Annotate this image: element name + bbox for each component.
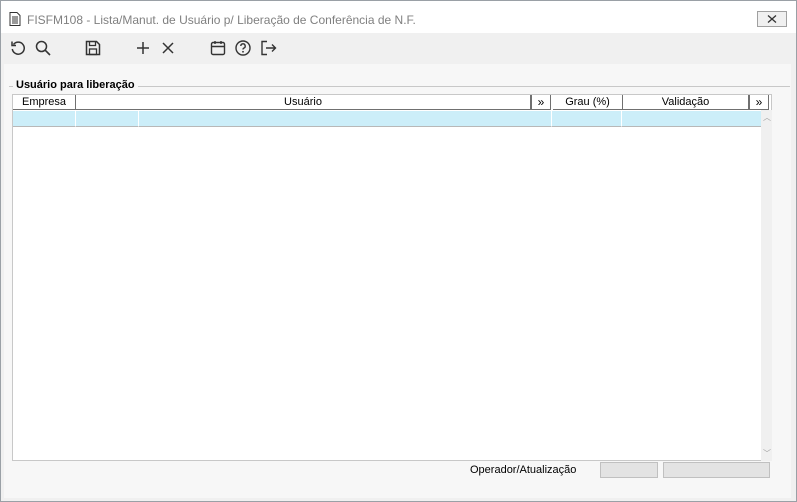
refresh-button[interactable]	[9, 39, 27, 57]
chevron-up-icon[interactable]: ︿	[763, 112, 771, 123]
cell-codigo[interactable]	[76, 111, 139, 127]
window-title: FISFM108 - Lista/Manut. de Usuário p/ Li…	[27, 13, 416, 27]
column-header-grau[interactable]: Grau (%)	[553, 95, 623, 110]
save-button[interactable]	[84, 39, 102, 57]
plus-icon	[137, 42, 149, 54]
cell-grau[interactable]	[552, 111, 622, 127]
main-window: FISFM108 - Lista/Manut. de Usuário p/ Li…	[0, 0, 797, 502]
delete-button[interactable]	[159, 39, 177, 57]
help-icon	[235, 40, 251, 56]
document-icon	[9, 12, 21, 26]
operador-field	[600, 462, 658, 478]
calendar-icon	[210, 41, 226, 56]
users-grid: Empresa Usuário » Grau (%) Validação »	[12, 94, 772, 461]
operador-label: Operador/Atualização	[470, 464, 577, 476]
column-header-empresa[interactable]: Empresa	[13, 95, 76, 110]
calendar-button[interactable]	[209, 39, 227, 57]
refresh-icon	[11, 41, 25, 55]
save-icon	[85, 40, 101, 56]
content-panel: Usuário para liberação Empresa Usuário »…	[4, 64, 791, 498]
title-bar: FISFM108 - Lista/Manut. de Usuário p/ Li…	[1, 1, 796, 33]
close-icon	[767, 15, 777, 23]
cell-usuario[interactable]	[139, 111, 552, 127]
group-title: Usuário para liberação	[13, 79, 138, 91]
close-icon	[162, 42, 174, 54]
search-button[interactable]	[34, 39, 52, 57]
search-icon	[35, 40, 51, 56]
add-button[interactable]	[134, 39, 152, 57]
cell-empresa[interactable]	[13, 111, 76, 127]
column-header-validacao[interactable]: Validação	[623, 95, 749, 110]
exit-button[interactable]	[259, 39, 277, 57]
chevron-down-icon[interactable]: ﹀	[763, 448, 771, 459]
window-close-button[interactable]	[757, 11, 787, 27]
atualizacao-field	[663, 462, 770, 478]
column-header-usuario[interactable]: Usuário	[76, 95, 531, 110]
toolbar	[1, 33, 796, 63]
help-button[interactable]	[234, 39, 252, 57]
expand-columns-button-2[interactable]: »	[749, 95, 769, 110]
exit-icon	[261, 40, 277, 56]
vertical-scrollbar[interactable]	[761, 110, 772, 461]
expand-columns-button[interactable]: »	[531, 95, 551, 110]
cell-validacao[interactable]	[622, 111, 770, 127]
